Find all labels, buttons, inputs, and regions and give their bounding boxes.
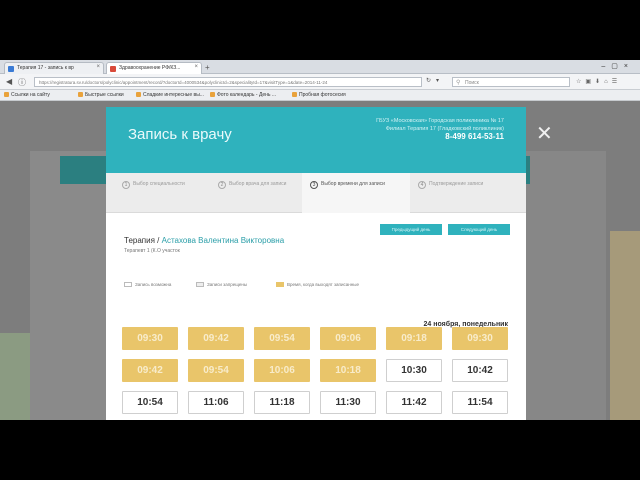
wizard-steps: 1 Выбор специальности 2 Выбор врача для … — [106, 173, 526, 213]
legend-label: Запись возможна — [135, 282, 172, 287]
doctor-specialty: Терапия / — [124, 236, 160, 245]
screen: Терапия 17 - запись к вр × Здравоохранен… — [0, 60, 640, 420]
time-slot-busy: 10:06 — [254, 359, 310, 382]
legend-label: Время, когда выходят записанные — [287, 282, 359, 287]
time-slot-free[interactable]: 11:54 — [452, 391, 508, 414]
doctor-name[interactable]: Астахова Валентина Викторовна — [162, 236, 285, 245]
active-step-background — [302, 173, 410, 213]
legend-swatch — [124, 282, 132, 287]
tab-bar: Терапия 17 - запись к вр × Здравоохранен… — [0, 60, 640, 74]
modal-title: Запись к врачу — [128, 126, 232, 143]
doctor-subtitle: Терапевт 1 (К.О участок — [124, 248, 180, 254]
address-bar[interactable]: https://registratura.sv.ru/doctors/polyc… — [34, 77, 422, 87]
bookmark-item[interactable]: Пробная фотосесия — [292, 92, 346, 98]
step-2[interactable]: 2 Выбор врача для записи — [218, 181, 313, 189]
bookmark-icon — [210, 92, 215, 97]
modal-header: Запись к врачу ГБУЗ «Московская» Городск… — [106, 107, 526, 173]
legend-item-available: Запись возможна — [124, 282, 171, 287]
page-image — [610, 231, 640, 420]
window-controls-icon[interactable]: –▢× — [601, 62, 634, 70]
bookmark-icon — [136, 92, 141, 97]
time-slot-busy: 09:42 — [122, 359, 178, 382]
bookmarks-bar: Ссылки на сайту Быстрые ссылки Сладкие и… — [0, 90, 640, 101]
tab-favicon-icon — [110, 66, 116, 72]
legend-item-blocked: Записи запрещены — [196, 282, 247, 287]
time-slot-busy: 09:06 — [320, 327, 376, 350]
clinic-info: ГБУЗ «Московская» Городская поликлиника … — [274, 117, 504, 141]
toolbar-icons[interactable]: ☆▣⬇⌂☰ — [576, 78, 621, 85]
appointment-modal: Запись к врачу ГБУЗ «Московская» Городск… — [106, 107, 526, 420]
bookmark-label: Пробная фотосесия — [299, 92, 346, 98]
bookmark-label: Быстрые ссылки — [85, 92, 124, 98]
step-number: 3 — [310, 181, 318, 189]
step-number: 1 — [122, 181, 130, 189]
step-4[interactable]: 4 Подтверждение записи — [418, 181, 513, 189]
bookmark-icon — [292, 92, 297, 97]
page-left-column — [30, 151, 106, 420]
time-slot-free[interactable]: 10:30 — [386, 359, 442, 382]
time-slot-busy: 09:30 — [122, 327, 178, 350]
time-slot-free[interactable]: 11:18 — [254, 391, 310, 414]
tab-close-icon[interactable]: × — [194, 64, 198, 70]
page-right-column — [526, 151, 606, 420]
time-slot-free[interactable]: 10:54 — [122, 391, 178, 414]
tab-label: Здравоохранение РФ/КЗ... — [119, 65, 181, 71]
search-icon: ⚲ — [456, 80, 461, 86]
nav-bar: ◀ ⓘ https://registratura.sv.ru/doctors/p… — [0, 74, 640, 90]
bookmark-item[interactable]: Быстрые ссылки — [78, 92, 124, 98]
back-icon[interactable]: ◀ — [6, 77, 12, 86]
step-number: 2 — [218, 181, 226, 189]
prev-day-button[interactable]: Предыдущий день — [380, 224, 442, 235]
dropdown-arrow-icon[interactable]: ▾ — [436, 77, 439, 84]
step-label: Подтверждение записи — [429, 181, 484, 187]
info-icon[interactable]: ⓘ — [18, 77, 26, 88]
browser-tab-1[interactable]: Терапия 17 - запись к вр × — [4, 62, 104, 74]
tab-close-icon[interactable]: × — [96, 64, 100, 70]
search-placeholder: Поиск — [465, 80, 479, 86]
time-slot-free[interactable]: 11:06 — [188, 391, 244, 414]
reload-icon[interactable]: ↻ — [426, 77, 431, 84]
time-slot-busy: 09:30 — [452, 327, 508, 350]
time-slot-busy: 09:18 — [386, 327, 442, 350]
tab-favicon-icon — [8, 66, 14, 72]
time-slot-busy: 09:54 — [188, 359, 244, 382]
bookmark-icon — [78, 92, 83, 97]
page-image — [0, 333, 30, 420]
time-slot-free[interactable]: 11:30 — [320, 391, 376, 414]
time-slot-busy: 09:42 — [188, 327, 244, 350]
bookmark-label: Сладкие интересные вы... — [143, 92, 204, 98]
bookmark-item[interactable]: Фото календарь - День ... — [210, 92, 276, 98]
bookmark-label: Ссылки на сайту — [11, 92, 50, 98]
bookmark-item[interactable]: Сладкие интересные вы... — [136, 92, 204, 98]
next-day-button[interactable]: Следующий день — [448, 224, 510, 235]
legend-swatch — [276, 282, 284, 287]
close-icon[interactable]: ✕ — [536, 124, 553, 144]
legend-item-taken: Время, когда выходят записанные — [276, 282, 359, 287]
clinic-name: ГБУЗ «Московская» Городская поликлиника … — [376, 118, 504, 124]
tab-label: Терапия 17 - запись к вр — [17, 65, 74, 71]
step-label: Выбор специальности — [133, 181, 185, 187]
time-slot-busy: 10:18 — [320, 359, 376, 382]
legend-label: Записи запрещены — [207, 282, 248, 287]
browser-tab-2[interactable]: Здравоохранение РФ/КЗ... × — [106, 62, 202, 74]
search-input[interactable]: ⚲ Поиск — [452, 77, 570, 87]
legend-swatch — [196, 282, 204, 287]
bookmark-icon — [4, 92, 9, 97]
time-slot-free[interactable]: 10:42 — [452, 359, 508, 382]
bookmark-label: Фото календарь - День ... — [217, 92, 277, 98]
step-label: Выбор врача для записи — [229, 181, 287, 187]
time-slot-busy: 09:54 — [254, 327, 310, 350]
new-tab-icon[interactable]: + — [205, 63, 210, 72]
step-number: 4 — [418, 181, 426, 189]
step-3[interactable]: 3 Выбор времени для записи — [310, 181, 405, 189]
doctor-title: Терапия / Астахова Валентина Викторовна — [124, 236, 284, 245]
bookmark-item[interactable]: Ссылки на сайту — [4, 92, 50, 98]
time-slot-free[interactable]: 11:42 — [386, 391, 442, 414]
step-1[interactable]: 1 Выбор специальности — [122, 181, 217, 189]
legend: Запись возможна Записи запрещены Время, … — [124, 282, 514, 292]
clinic-phone: 8-499 614-53-11 — [445, 132, 504, 141]
step-label: Выбор времени для записи — [321, 181, 385, 187]
